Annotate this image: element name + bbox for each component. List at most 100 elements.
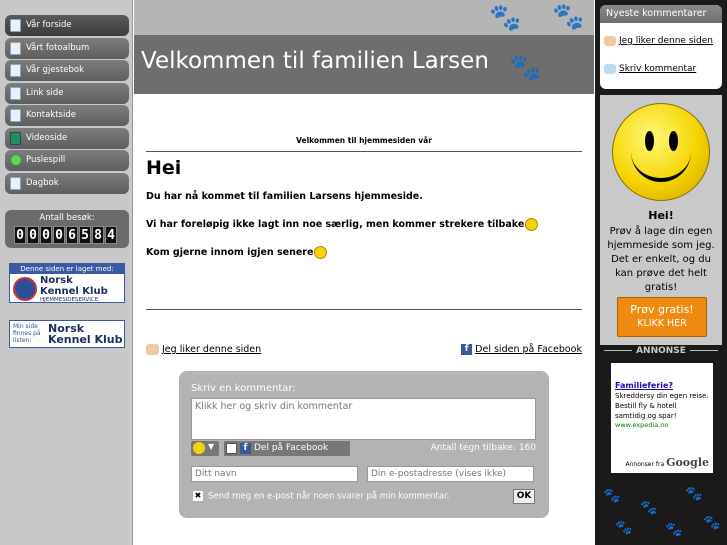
nav-label: Videoside [26,133,68,143]
try-free-button[interactable]: Prøv gratis! KLIKK HER [617,297,707,337]
book-icon [10,64,21,77]
recent-comments-title: Nyeste kommentarer [600,5,722,23]
share-facebook-toggle[interactable]: f Del på Facebook [224,441,350,456]
paw-print-icon: 🐾 [603,488,621,504]
nkk-logo-icon [13,277,37,301]
paw-print-icon: 🐾 [552,2,585,32]
submit-ok-button[interactable]: OK [513,489,535,504]
page-icon [10,19,21,32]
nav-item-fotoalbum[interactable]: Vårt fotoalbum [5,38,129,59]
google-logo: Google [666,456,709,469]
paw-print-icon: 🐾 [685,486,703,502]
ad-body: Skreddersy din egen reise. Bestill fly &… [615,392,709,420]
like-page-link[interactable]: Jeg liker denne siden [146,344,261,355]
divider [146,151,582,152]
ad-label: ANNONSE [600,346,722,356]
nkk-listing-badge[interactable]: Min side finnes på listen: Norsk Kennel … [9,320,125,348]
nav-item-dagbok[interactable]: Dagbok [5,173,129,194]
promo-ad: Hei! Prøv å lage din egen hjemmeside som… [600,95,722,345]
ad-title-link[interactable]: Familieferie? [615,381,709,390]
nkk-service: HJEMMESIDESERVICE [40,297,99,303]
counter-digits: 0 0 0 0 6 5 8 4 [14,226,117,244]
facebook-icon: f [240,443,251,454]
smiley-icon [193,442,205,454]
nkk-name: Norsk Kennel Klub [40,275,108,297]
notify-option: ✖ Send meg en e-post når noen svarer på m… [193,491,449,502]
recent-comment-link-like[interactable]: Jeg liker denne siden [604,35,714,47]
nav-label: Puslespill [26,155,66,165]
counter-label: Antall besøk: [39,213,95,223]
nkk-listing-name: Norsk Kennel Klub [48,322,123,346]
nkk-name-line1: Norsk [40,275,73,286]
like-link-label: Jeg liker denne siden [162,344,262,355]
nav-label: Vår forside [26,20,72,30]
paragraph-1: Du har nå kommet til familien Larsens hj… [146,191,423,202]
comment-textarea[interactable]: Klikk her og skriv din kommentar [191,398,536,440]
click-here-label: KLIKK HER [637,318,687,329]
smiley-face-image [612,103,710,201]
google-ad[interactable]: Familieferie? Skreddersy din egen reise.… [611,363,713,473]
counter-digit: 5 [79,226,91,244]
page-icon [10,177,21,190]
comment-form: Skriv en kommentar: Klikk her og skriv d… [179,371,549,518]
name-input[interactable]: Ditt navn [191,466,358,482]
promo-greeting: Hei! [648,209,674,222]
paragraph-2: Vi har foreløpig ikke lagt inn noe særli… [146,218,539,231]
nav-item-videoside[interactable]: Videoside [5,128,129,149]
nkk-badge-caption: Denne siden er laget med: [10,264,124,274]
nav-item-forside[interactable]: Vår forside [5,15,129,36]
divider [146,309,582,310]
nav-label: Vår gjestebok [26,65,85,75]
left-sidebar: Vår forside Vårt fotoalbum Vår gjestebok… [0,0,133,545]
header-banner: 🐾 🐾 🐾 Velkommen til familien Larsen [134,0,594,94]
ads-by-google[interactable]: Annonser fra Google [615,456,710,469]
nav-label: Vårt fotoalbum [26,43,90,53]
try-free-label: Prøv gratis! [630,303,694,316]
nav-label: Link side [26,88,64,98]
nkk-hjemmesideservice-badge[interactable]: Denne siden er laget med: Norsk Kennel Kl… [9,263,125,303]
nav-item-puslespill[interactable]: Puslespill [5,150,129,171]
counter-digit: 0 [14,226,26,244]
main-content: Velkommen til hjemmesiden vår Hei Du har… [134,94,594,545]
counter-digit: 0 [27,226,39,244]
content-heading: Hei [146,157,182,179]
nav-item-link-side[interactable]: Link side [5,83,129,104]
paragraph-3: Kom gjerne innom igjen senere [146,246,328,259]
notify-checkbox[interactable]: ✖ [193,491,203,501]
facebook-icon: f [461,344,473,355]
smiley-picker-button[interactable]: ▼ [191,441,219,456]
thumbs-up-icon [604,35,616,46]
recent-comment-link-write[interactable]: Skriv kommentar [604,63,696,75]
thumbs-up-icon [146,344,159,355]
recent-comments-box: Nyeste kommentarer Jeg liker denne siden… [600,5,722,89]
comment-toolbar: ▼ f Del på Facebook Antall tegn tilbake: … [191,441,536,456]
speech-bubble-icon [604,63,616,74]
ad-url: www.expedia.no [615,421,669,429]
share-facebook-link[interactable]: f Del siden på Facebook [461,344,582,355]
puzzle-icon [10,154,22,166]
paw-print-icon: 🐾 [615,520,633,536]
paragraph-3-text: Kom gjerne innom igjen senere [146,247,314,258]
chevron-down-icon: ▼ [208,442,215,451]
counter-digit: 4 [105,226,117,244]
notify-label: Send meg en e-post når noen svarer på mi… [208,491,450,502]
nkk-name-line2: Kennel Klub [40,286,108,297]
paw-print-icon: 🐾 [703,515,721,531]
counter-digit: 6 [66,226,78,244]
nav-label: Kontaktside [26,110,76,120]
page-icon [10,109,21,122]
paw-print-icon: 🐾 [509,53,542,83]
right-sidebar: Nyeste kommentarer Jeg liker denne siden… [595,0,727,545]
visit-counter: Antall besøk: 0 0 0 0 6 5 8 4 [5,210,129,248]
email-input[interactable]: Din e-postadresse (vises ikke) [367,466,534,482]
nav-item-kontaktside[interactable]: Kontaktside [5,105,129,126]
nav-item-gjestebok[interactable]: Vår gjestebok [5,60,129,81]
facebook-share-checkbox[interactable] [226,443,237,454]
share-facebook-label: Del siden på Facebook [475,344,582,355]
smiley-icon [525,218,539,231]
nav-label: Dagbok [26,178,59,188]
paw-print-icon: 🐾 [489,3,522,33]
promo-text: Prøv å lage din egen hjemmeside som jeg.… [607,226,715,293]
counter-digit: 0 [40,226,52,244]
welcome-subtitle: Velkommen til hjemmesiden vår [296,136,432,145]
